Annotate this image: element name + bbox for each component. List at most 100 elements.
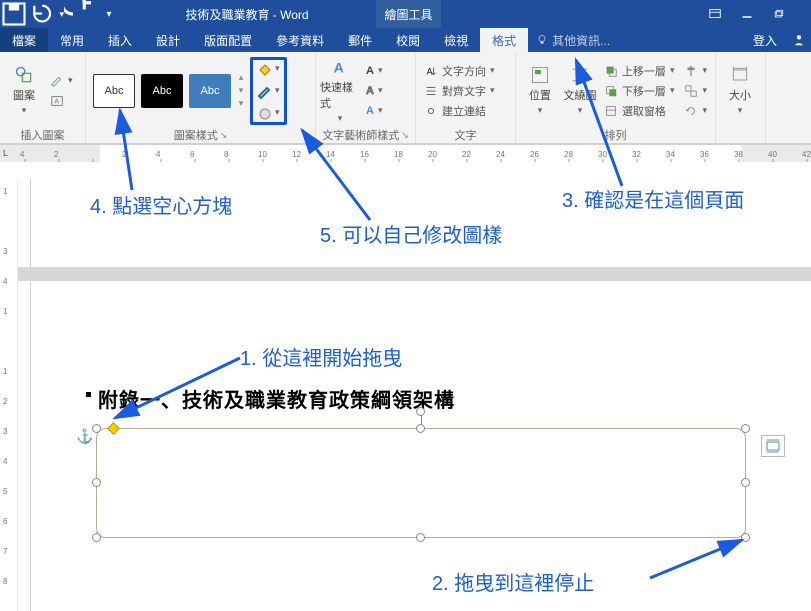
tab-selector[interactable]: L <box>3 148 8 158</box>
svg-text:30: 30 <box>598 150 607 159</box>
shape-style-1[interactable]: Abc <box>93 74 135 108</box>
document-heading: 附錄一、技術及職業教育政策綱領架構 <box>98 384 455 413</box>
svg-text:2: 2 <box>122 150 127 159</box>
shape-effects-button[interactable]: ▾ <box>257 104 280 122</box>
shapes-gallery-button[interactable]: 圖案 ▾ <box>4 58 44 124</box>
selection-pane-button[interactable]: 選取窗格 <box>600 102 679 120</box>
resize-handle-br[interactable] <box>741 533 750 542</box>
quick-access-toolbar: ▾ ▾ <box>0 0 118 28</box>
tab-references[interactable]: 參考資料 <box>264 28 336 52</box>
group-wordart: A 快速樣式 ▾ A▾ A▾ A▾ 文字藝術師樣式↘ <box>316 52 416 143</box>
svg-text:A: A <box>334 60 344 76</box>
tab-home[interactable]: 常用 <box>48 28 96 52</box>
link-icon <box>424 104 438 118</box>
bring-forward-button[interactable]: 上移一層▾ <box>600 62 679 80</box>
size-button[interactable]: 大小▾ <box>720 58 760 124</box>
tab-layout[interactable]: 版面配置 <box>192 28 264 52</box>
redo-button[interactable] <box>64 0 100 28</box>
text-outline-button[interactable]: A▾ <box>362 82 386 100</box>
svg-text:34: 34 <box>666 150 675 159</box>
text-fill-button[interactable]: A▾ <box>362 62 386 80</box>
resize-handle-bl[interactable] <box>92 533 101 542</box>
undo-button[interactable]: ▾ <box>28 0 64 28</box>
ribbon-options-icon <box>708 7 722 21</box>
resize-handle-tm[interactable] <box>416 424 425 433</box>
save-icon <box>0 0 28 28</box>
svg-text:14: 14 <box>326 150 335 159</box>
shape-styles-launcher[interactable]: ↘ <box>220 130 228 141</box>
wordart-launcher[interactable]: ↘ <box>401 130 409 141</box>
send-backward-button[interactable]: 下移一層▾ <box>600 82 679 100</box>
save-button[interactable] <box>0 0 28 28</box>
text-effects-button[interactable]: A▾ <box>362 102 386 120</box>
svg-text:38: 38 <box>734 150 743 159</box>
login-button[interactable]: 登入 <box>743 28 787 52</box>
tab-design[interactable]: 設計 <box>144 28 192 52</box>
rotate-objects-button[interactable]: ▾ <box>680 102 711 120</box>
group-label-arrange: 排列 <box>520 127 711 143</box>
svg-text:24: 24 <box>496 150 505 159</box>
svg-text:A: A <box>427 66 433 76</box>
create-link-button[interactable]: 建立連結 <box>420 102 499 120</box>
svg-text:28: 28 <box>564 150 573 159</box>
svg-text:26: 26 <box>530 150 539 159</box>
selected-rounded-rectangle[interactable] <box>96 428 746 538</box>
layout-options-button[interactable] <box>761 435 785 457</box>
annotation-1: 1. 從這裡開始拖曳 <box>240 342 402 371</box>
shape-style-3[interactable]: Abc <box>189 74 231 108</box>
svg-text:6: 6 <box>190 150 195 159</box>
group-text: A文字方向▾ 對齊文字▾ 建立連結 文字 <box>416 52 516 143</box>
draw-textbox-button[interactable]: A <box>46 92 77 110</box>
position-button[interactable]: 位置▾ <box>520 58 560 124</box>
quick-styles-button[interactable]: A 快速樣式 ▾ <box>320 58 360 124</box>
group-arrange: 位置▾ 文繞圖▾ 上移一層▾ 下移一層▾ 選取窗格 ▾ ▾ ▾ 排列 <box>516 52 716 143</box>
tell-me-box[interactable]: 其他資訊... <box>528 28 743 52</box>
group-shape-styles: Abc Abc Abc ▴▾▾ ▾ ▾ ▾ 圖案樣式↘ <box>86 52 316 143</box>
tab-format[interactable]: 格式 <box>480 28 528 52</box>
align-text-button[interactable]: 對齊文字▾ <box>420 82 499 100</box>
share-icon <box>792 33 806 47</box>
group-objects-button[interactable]: ▾ <box>680 82 711 100</box>
shape-fill-button[interactable]: ▾ <box>257 60 280 78</box>
shape-outline-button[interactable]: ▾ <box>257 82 280 100</box>
restore-button[interactable] <box>763 0 795 28</box>
paint-bucket-icon <box>257 62 273 76</box>
group-insert-shapes: 圖案 ▾ ▾ A 插入圖案 <box>0 52 86 143</box>
horizontal-ruler[interactable]: 4224681012141618202224262830323436384042… <box>0 144 811 162</box>
tab-insert[interactable]: 插入 <box>96 28 144 52</box>
resize-handle-bm[interactable] <box>416 533 425 542</box>
resize-handle-ml[interactable] <box>92 478 101 487</box>
vertical-ruler[interactable]: 134112345678 <box>0 179 18 611</box>
resize-handle-mr[interactable] <box>741 478 750 487</box>
resize-handle-tr[interactable] <box>741 424 750 433</box>
tab-mailings[interactable]: 郵件 <box>336 28 384 52</box>
wordart-A-icon: A <box>330 58 350 77</box>
shape-tools-stack: ▾ A <box>46 72 77 110</box>
svg-text:32: 32 <box>632 150 641 159</box>
shape-style-more[interactable]: ▴▾▾ <box>234 72 248 109</box>
ribbon-display-button[interactable] <box>699 0 731 28</box>
tab-review[interactable]: 校閱 <box>384 28 432 52</box>
shape-style-2[interactable]: Abc <box>141 74 183 108</box>
shapes-label: 圖案 <box>13 87 35 103</box>
wrap-text-button[interactable]: 文繞圖▾ <box>560 58 600 124</box>
tab-file[interactable]: 檔案 <box>0 28 48 52</box>
edit-shape-icon <box>50 74 64 88</box>
text-direction-button[interactable]: A文字方向▾ <box>420 62 499 80</box>
tab-view[interactable]: 檢視 <box>432 28 480 52</box>
ribbon: 圖案 ▾ ▾ A 插入圖案 Abc Abc Abc ▴▾▾ ▾ ▾ ▾ 圖案樣式… <box>0 52 811 144</box>
align-icon <box>684 64 698 78</box>
align-text-icon <box>424 84 438 98</box>
rotate-handle[interactable] <box>416 407 425 416</box>
edit-shape-button[interactable]: ▾ <box>46 72 77 90</box>
group-label-shape-styles: 圖案樣式 <box>174 127 218 143</box>
qat-customize[interactable]: ▾ <box>100 0 118 28</box>
title-bar: ▾ ▾ 技術及職業教育 - Word 繪圖工具 <box>0 0 811 28</box>
layout-options-icon <box>765 438 781 454</box>
share-button[interactable] <box>787 28 811 52</box>
align-objects-button[interactable]: ▾ <box>680 62 711 80</box>
svg-text:42: 42 <box>802 150 811 159</box>
shape-format-stack: ▾ ▾ ▾ <box>250 57 287 125</box>
ribbon-tabs: 檔案 常用 插入 設計 版面配置 參考資料 郵件 校閱 檢視 格式 其他資訊..… <box>0 28 811 52</box>
minimize-button[interactable] <box>731 0 763 28</box>
